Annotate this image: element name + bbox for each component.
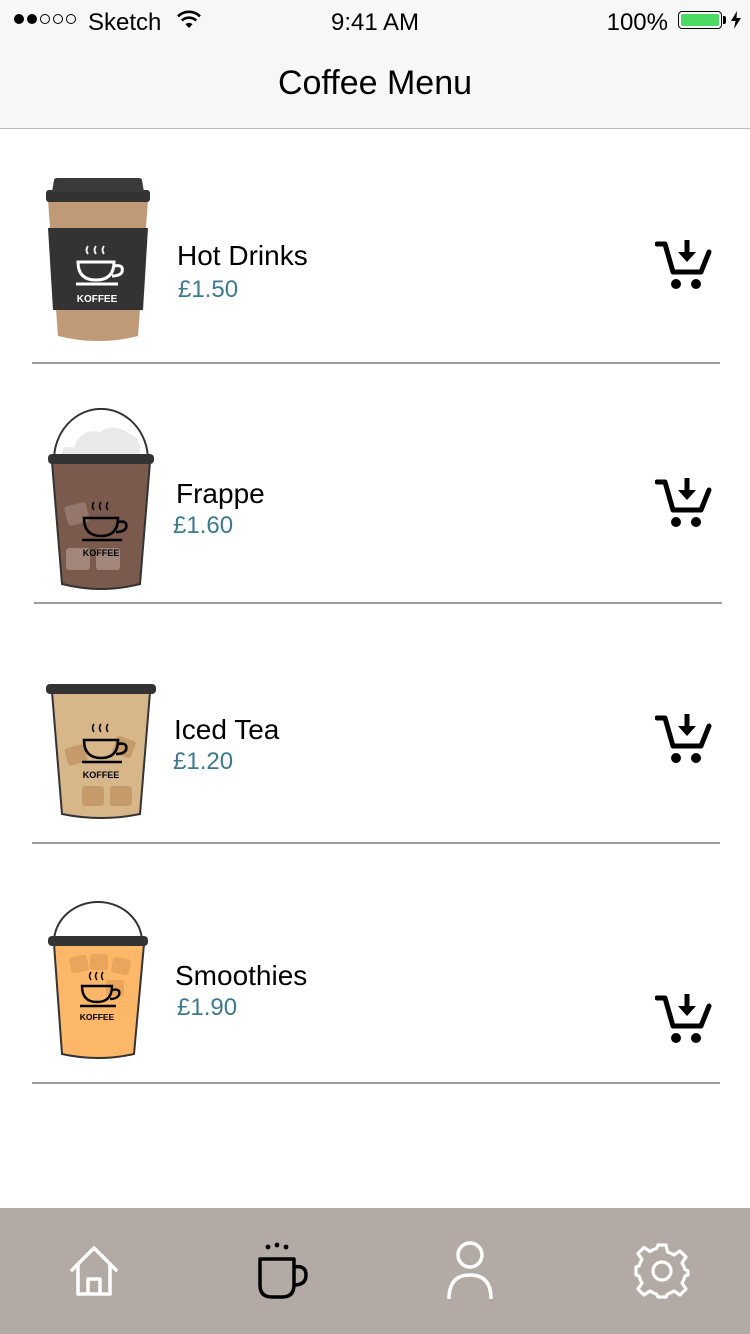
menu-item-hot-drinks[interactable]: KOFFEE Hot Drinks £1.50 xyxy=(0,128,750,364)
add-to-cart-icon[interactable] xyxy=(655,992,713,1046)
menu-item-name: Smoothies xyxy=(175,960,308,991)
svg-text:KOFFEE: KOFFEE xyxy=(83,770,120,780)
menu-item-frappe[interactable]: KOFFEE Frappe £1.60 xyxy=(0,364,750,604)
frappe-cup-icon: KOFFEE xyxy=(48,408,154,590)
menu-item-price: £1.50 xyxy=(178,276,239,303)
svg-text:KOFFEE: KOFFEE xyxy=(83,548,120,558)
tab-bar xyxy=(0,1208,750,1334)
battery-percentage: 100% xyxy=(606,9,668,36)
battery-icon xyxy=(678,11,722,29)
svg-text:KOFFEE: KOFFEE xyxy=(77,294,118,305)
add-to-cart-icon[interactable] xyxy=(655,238,713,292)
iced-tea-cup-icon: KOFFEE xyxy=(46,684,156,819)
smoothie-cup-icon: KOFFEE xyxy=(48,901,148,1059)
row-divider xyxy=(32,1082,720,1084)
menu-item-price: £1.20 xyxy=(173,748,234,775)
home-icon xyxy=(69,1246,118,1296)
profile-icon xyxy=(446,1241,493,1300)
menu-item-price: £1.60 xyxy=(173,512,234,539)
coffee-cup-icon xyxy=(257,1242,308,1299)
status-bar: Sketch 9:41 AM 100% xyxy=(0,0,750,40)
menu-item-name: Iced Tea xyxy=(174,714,280,745)
tab-profile[interactable] xyxy=(376,1208,563,1334)
svg-text:KOFFEE: KOFFEE xyxy=(80,1012,115,1022)
charging-bolt-icon xyxy=(731,11,741,29)
menu-item-price: £1.90 xyxy=(177,994,238,1021)
page-title: Coffee Menu xyxy=(277,64,473,102)
add-to-cart-icon[interactable] xyxy=(655,712,713,766)
menu-item-smoothies[interactable]: KOFFEE Smoothies £1.90 xyxy=(0,844,750,1084)
tab-menu[interactable] xyxy=(187,1208,374,1334)
menu-item-iced-tea[interactable]: KOFFEE Iced Tea £1.20 xyxy=(0,604,750,844)
tab-settings[interactable] xyxy=(568,1208,750,1334)
navigation-bar: Coffee Menu xyxy=(0,40,750,129)
settings-icon xyxy=(633,1243,690,1299)
tab-home[interactable] xyxy=(0,1208,187,1334)
hot-cup-icon: KOFFEE xyxy=(46,178,150,341)
add-to-cart-icon[interactable] xyxy=(655,476,713,530)
menu-item-name: Hot Drinks xyxy=(177,240,308,271)
menu-item-name: Frappe xyxy=(176,478,265,509)
